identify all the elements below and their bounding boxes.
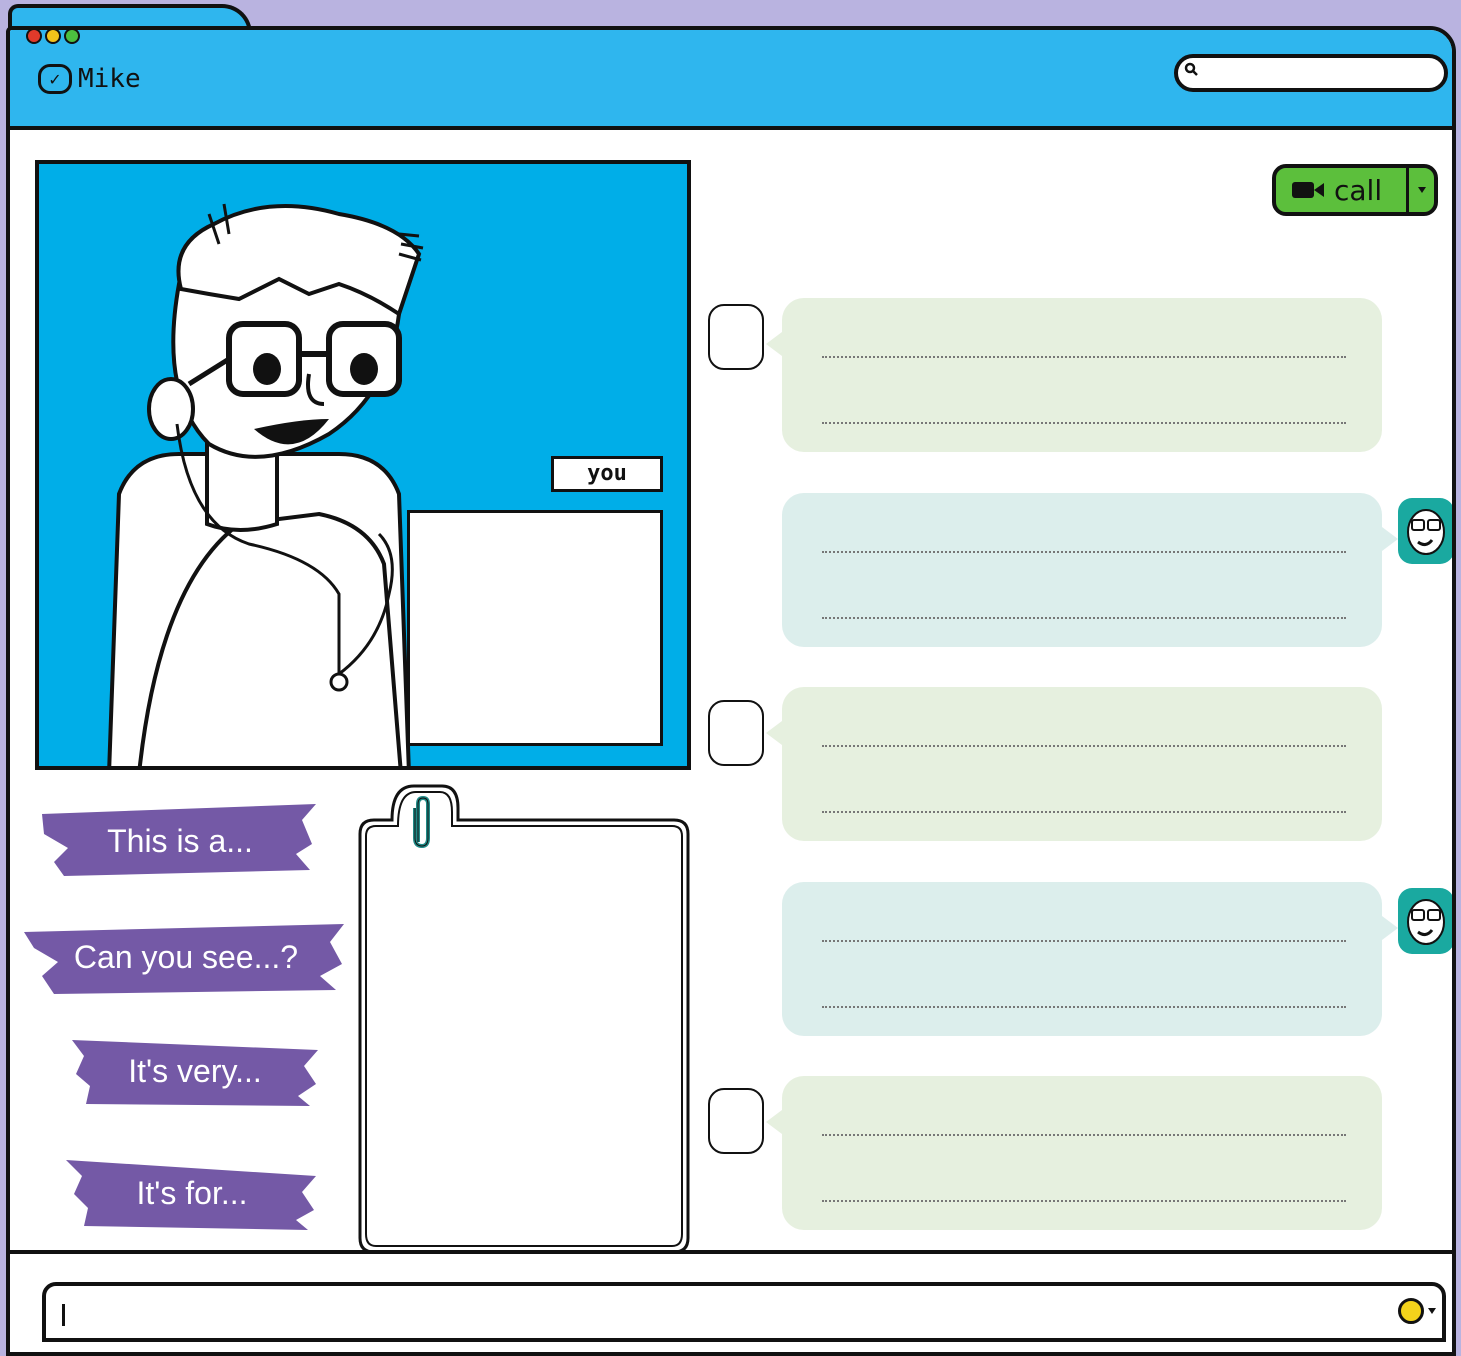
message-input[interactable] [42, 1282, 1446, 1342]
answer-line [822, 422, 1346, 424]
title-bar: ✓ Mike [10, 30, 1452, 130]
note-outline [358, 784, 690, 1254]
user-avatar-placeholder [708, 1088, 764, 1154]
video-camera-icon [1292, 182, 1324, 198]
answer-line [822, 1006, 1346, 1008]
answer-line [822, 551, 1346, 553]
paperclip-icon[interactable] [410, 794, 434, 850]
emoji-dropdown-icon[interactable] [1428, 1308, 1436, 1314]
phrase-label: This is a... [40, 804, 320, 878]
self-view-label: you [551, 456, 663, 492]
text-caret [62, 1304, 65, 1326]
window-controls [26, 30, 80, 44]
search-input[interactable] [1174, 54, 1448, 92]
mike-avatar-icon [1398, 888, 1452, 954]
phrase-label: It's for... [64, 1156, 320, 1230]
close-window-button[interactable] [26, 30, 42, 44]
call-button-label: call [1334, 173, 1383, 207]
composer-area [10, 1250, 1452, 1352]
call-options-dropdown-icon[interactable] [1414, 176, 1430, 204]
contact-title: ✓ Mike [38, 64, 141, 94]
minimize-window-button[interactable] [45, 30, 61, 44]
self-view-box [407, 510, 663, 746]
mike-avatar-icon [1398, 498, 1452, 564]
chat-message-mike [782, 493, 1398, 647]
answer-line [822, 1200, 1346, 1202]
search-icon [1184, 62, 1198, 76]
chat-app-logo-icon: ✓ [38, 64, 72, 94]
chat-window: ✓ Mike you call This is a... Can you see… [6, 26, 1456, 1356]
chat-message-user [766, 687, 1382, 841]
video-call-pane: you [35, 160, 691, 770]
phrase-label: It's very... [68, 1034, 322, 1108]
maximize-window-button[interactable] [64, 30, 80, 44]
smiley-icon[interactable] [1398, 1298, 1424, 1324]
phrase-label: Can you see...? [24, 920, 348, 994]
call-button[interactable]: call [1272, 164, 1438, 216]
chat-message-mike [782, 882, 1398, 1036]
chat-message-user [766, 298, 1382, 452]
answer-line [822, 617, 1346, 619]
call-button-divider [1406, 168, 1409, 212]
answer-line [822, 1134, 1346, 1136]
answer-line [822, 940, 1346, 942]
answer-line [822, 811, 1346, 813]
contact-name: Mike [78, 64, 141, 94]
attachment-note-panel [356, 782, 694, 1256]
user-avatar-placeholder [708, 304, 764, 370]
user-avatar-placeholder [708, 700, 764, 766]
answer-line [822, 745, 1346, 747]
chat-message-user [766, 1076, 1382, 1230]
answer-line [822, 356, 1346, 358]
